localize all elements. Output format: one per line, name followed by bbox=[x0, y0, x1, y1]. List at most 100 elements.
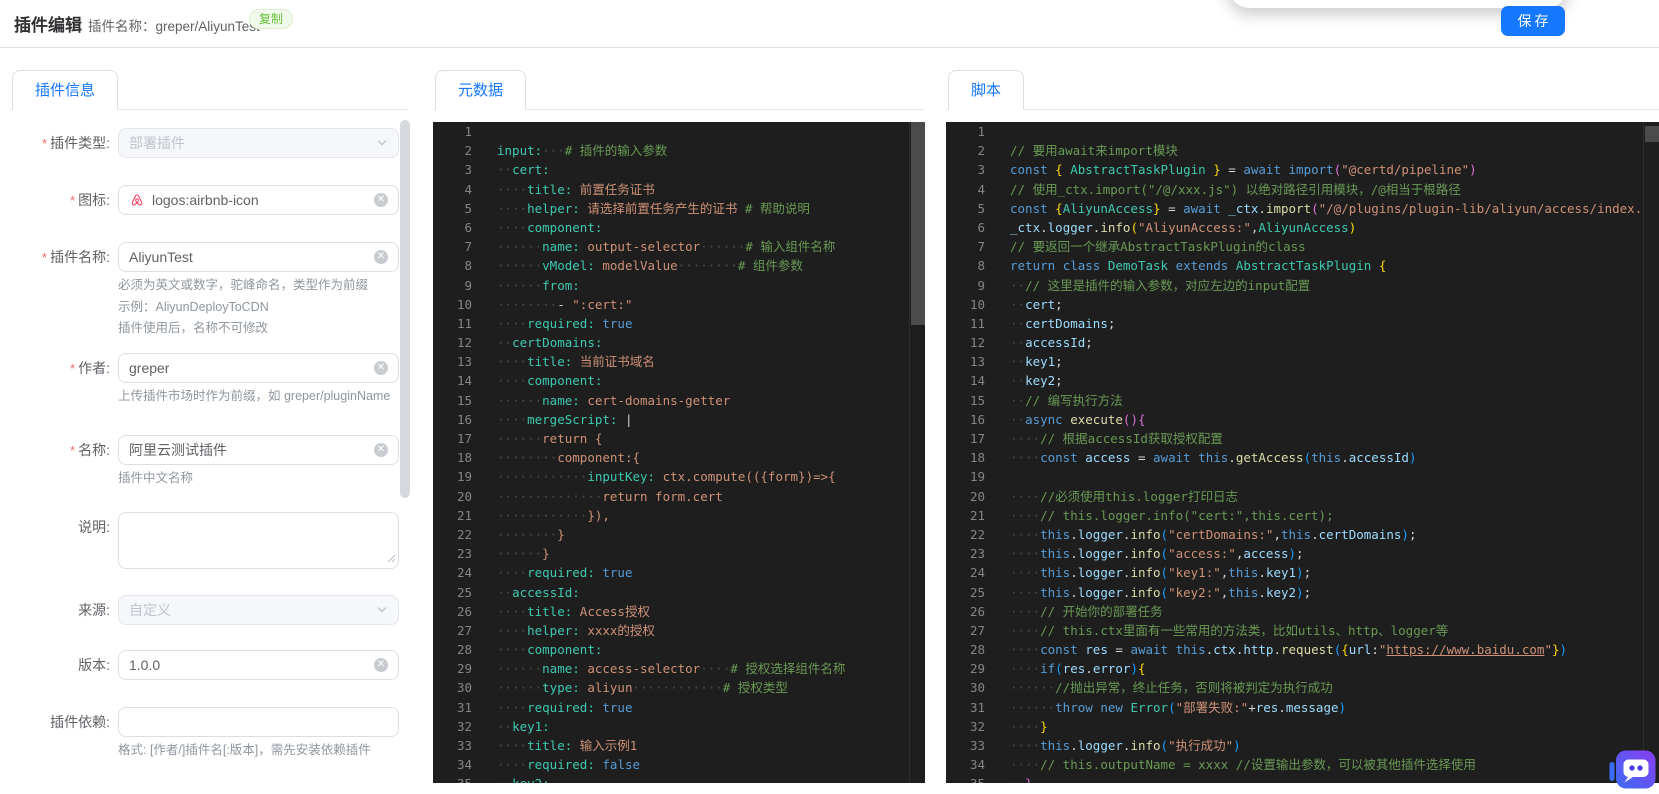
line-content: ············}), bbox=[497, 507, 610, 523]
plugin-edit-page: 插件编辑 插件名称：greper/AliyunTest 复制 保存 插件信息 *… bbox=[0, 0, 1659, 794]
line-content: ······name: access-selector····# 授权选择组件名… bbox=[497, 661, 846, 677]
script-scrollbar-thumb[interactable] bbox=[1645, 126, 1659, 142]
metadata-scrollbar-thumb[interactable] bbox=[911, 122, 925, 325]
line-number: 15 bbox=[969, 392, 985, 408]
code-line: 19 bbox=[946, 467, 1659, 486]
icon-clear-icon[interactable]: ✕ bbox=[374, 193, 388, 207]
line-number: 13 bbox=[456, 354, 472, 370]
code-line: 7 // 要返回一个继承AbstractTaskPlugin的class bbox=[946, 237, 1659, 256]
form-label-plugin-name: * 插件名称: bbox=[42, 249, 110, 265]
line-number: 25 bbox=[969, 584, 985, 600]
code-line: 13 ····title: 当前证书域名 bbox=[433, 352, 925, 371]
line-number: 15 bbox=[456, 392, 472, 408]
line-number: 29 bbox=[969, 661, 985, 677]
form-row-plugin-type: * 插件类型: 部署插件 bbox=[10, 128, 400, 159]
line-content bbox=[985, 467, 1010, 486]
source-value: 自定义 bbox=[129, 602, 171, 618]
line-number: 32 bbox=[969, 718, 985, 734]
code-line: 6 _ctx.logger.info("AliyunAccess:",Aliyun… bbox=[946, 218, 1659, 237]
airbnb-icon bbox=[131, 194, 143, 206]
line-content: ····title: 输入示例1 bbox=[497, 738, 638, 753]
required-star: * bbox=[70, 193, 76, 208]
form-control-icon: logos:airbnb-icon ✕ bbox=[118, 185, 399, 215]
tab-metadata[interactable]: 元数据 bbox=[435, 70, 527, 110]
code-line: 26 ····title: Access授权 bbox=[433, 602, 925, 621]
line-number: 4 bbox=[977, 181, 985, 197]
version-input[interactable]: 1.0.0 ✕ bbox=[118, 650, 399, 680]
line-content: ······throw new Error("部署失败:"+res.messag… bbox=[1010, 699, 1347, 715]
chat-bot-button[interactable] bbox=[1609, 750, 1656, 791]
source-select: 自定义 bbox=[118, 595, 399, 625]
plugin-name-value: AliyunTest bbox=[129, 249, 193, 265]
title-input[interactable]: 阿里云测试插件 ✕ bbox=[118, 435, 399, 465]
plugin-name-input[interactable]: AliyunTest ✕ bbox=[118, 242, 399, 272]
line-content: ····this.logger.info("access:",access); bbox=[1010, 546, 1304, 562]
form-label-icon: * 图标: bbox=[70, 192, 110, 208]
line-content: ········} bbox=[497, 526, 565, 542]
code-line: 27 ····// this.ctx里面有一些常用的方法类，比如utils、htt… bbox=[946, 621, 1659, 640]
tab-plugin-info[interactable]: 插件信息 bbox=[12, 70, 119, 110]
chevron-down-icon bbox=[376, 137, 388, 149]
code-line: 15 ······name: cert-domains-getter bbox=[433, 391, 925, 410]
line-content: ····// 开始你的部署任务 bbox=[1010, 603, 1163, 619]
line-number: 11 bbox=[969, 315, 985, 331]
author-input[interactable]: greper ✕ bbox=[118, 353, 399, 383]
meta-tabbar: 元数据 bbox=[433, 70, 925, 110]
save-button[interactable]: 保存 bbox=[1501, 6, 1565, 36]
line-number: 23 bbox=[456, 546, 472, 562]
code-line: 9 ······from: bbox=[433, 276, 925, 295]
code-line: 18 ········component:{ bbox=[433, 448, 925, 467]
icon-input[interactable]: logos:airbnb-icon ✕ bbox=[118, 185, 399, 215]
tab-script[interactable]: 脚本 bbox=[948, 70, 1025, 110]
line-number: 24 bbox=[969, 565, 985, 581]
code-line: 24 ····this.logger.info("key1:",this.key1… bbox=[946, 563, 1659, 582]
form-scrollbar-thumb[interactable] bbox=[400, 120, 410, 498]
line-number: 34 bbox=[456, 757, 472, 773]
line-content: ······return { bbox=[497, 431, 603, 446]
form-tabbar: 插件信息 bbox=[10, 70, 408, 110]
line-number: 8 bbox=[464, 258, 472, 274]
line-number: 3 bbox=[464, 162, 472, 178]
code-line: 30 ······type: aliyun············# 授权类型 bbox=[433, 678, 925, 697]
line-content: ····// 根据accessId获取授权配置 bbox=[1010, 431, 1223, 446]
line-number: 20 bbox=[456, 488, 472, 504]
code-line: 27 ····helper: xxxx的授权 bbox=[433, 621, 925, 640]
code-line: 22 ····this.logger.info("certDomains:",th… bbox=[946, 525, 1659, 544]
line-content: const { AbstractTaskPlugin } = await imp… bbox=[1010, 162, 1477, 178]
line-content: ··accessId: bbox=[497, 584, 580, 600]
code-line: 25 ····this.logger.info("key2:",this.key2… bbox=[946, 583, 1659, 602]
code-line: 17 ····// 根据accessId获取授权配置 bbox=[946, 429, 1659, 448]
line-number: 33 bbox=[969, 738, 985, 753]
line-content: ····const access = await this.getAccess(… bbox=[1010, 450, 1417, 466]
author-clear-icon[interactable]: ✕ bbox=[374, 361, 388, 375]
line-number: 5 bbox=[977, 200, 985, 216]
form-control-dependency: 格式: [作者/]插件名[:版本]，需先安装依赖插件 bbox=[118, 707, 399, 759]
desc-textarea[interactable] bbox=[118, 512, 399, 569]
form-row-title: * 名称: 阿里云测试插件 ✕ 插件中文名称 bbox=[10, 435, 400, 487]
line-number: 9 bbox=[977, 277, 985, 293]
line-content: ····component: bbox=[497, 642, 603, 658]
resize-handle-icon[interactable] bbox=[387, 550, 396, 566]
dependency-input[interactable] bbox=[118, 707, 399, 737]
code-line: 33 ····this.logger.info("执行成功") bbox=[946, 736, 1659, 755]
line-content: ··certDomains: bbox=[497, 335, 603, 351]
author-value: greper bbox=[129, 360, 170, 376]
line-content: ····required: false bbox=[497, 757, 641, 773]
version-clear-icon[interactable]: ✕ bbox=[374, 658, 388, 672]
code-line: 19 ············inputKey: ctx.compute(({fo… bbox=[433, 467, 925, 486]
script-code-editor[interactable]: 1 2// 要用await来import模块 3 const { AbstractTa… bbox=[946, 122, 1659, 783]
chevron-down-icon bbox=[376, 604, 388, 616]
code-line: 1 bbox=[433, 122, 925, 141]
copy-tag[interactable]: 复制 bbox=[249, 9, 294, 29]
code-line: 32 ····} bbox=[946, 717, 1659, 736]
title-clear-icon[interactable]: ✕ bbox=[374, 443, 388, 457]
plugin-name-clear-icon[interactable]: ✕ bbox=[374, 250, 388, 264]
line-content: input:···# 插件的输入参数 bbox=[497, 143, 668, 159]
line-number: 2 bbox=[977, 143, 985, 159]
code-line: 34 ····required: false bbox=[433, 755, 925, 774]
dependency-help-text: 格式: [作者/]插件名[:版本]，需先安装依赖插件 bbox=[118, 743, 371, 757]
line-content: // 要返回一个继承AbstractTaskPlugin的class bbox=[1010, 239, 1306, 255]
line-content: // 要用await来import模块 bbox=[1010, 143, 1178, 159]
metadata-code-editor[interactable]: 1 2 input:···# 插件的输入参数 3 ··cert: 4 ····title: … bbox=[433, 122, 925, 783]
line-number: 33 bbox=[456, 738, 472, 753]
